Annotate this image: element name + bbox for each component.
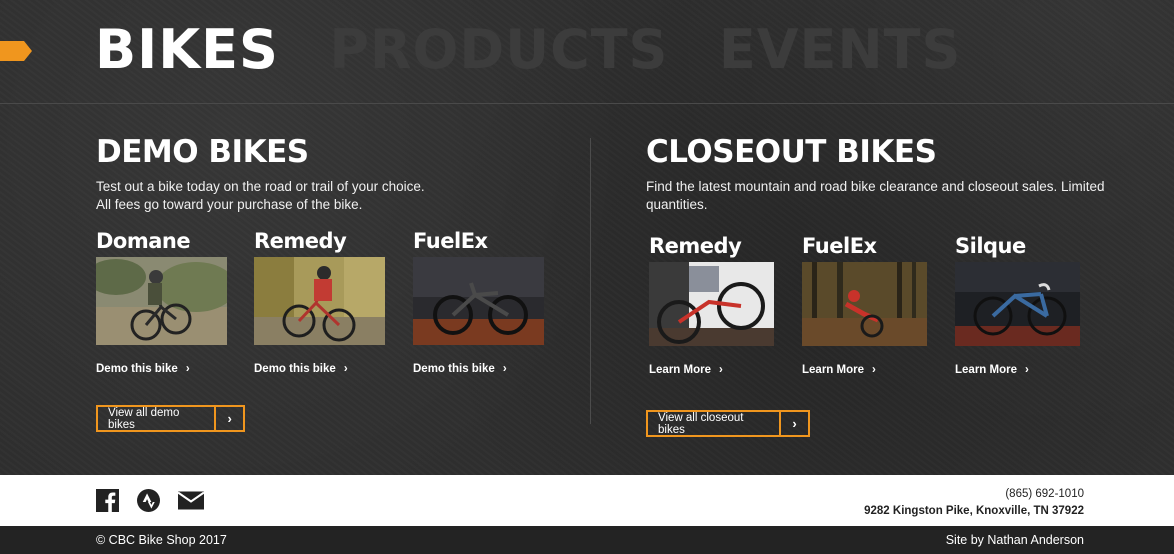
contact-info: (865) 692-1010 9282 Kingston Pike, Knoxv… [864,486,1084,519]
view-all-closeout-bikes-button[interactable]: View all closeout bikes › [646,410,810,437]
closeout-bike-link[interactable]: Learn More › [802,364,876,376]
email-icon[interactable] [177,489,205,512]
bike-photo[interactable] [649,262,774,346]
demo-bike-card: Remedy Demo this bike › [254,228,385,377]
chevron-right-icon: › [214,407,243,430]
chevron-right-icon: › [872,364,876,376]
demo-bikes-title: DEMO BIKES [96,134,309,170]
closeout-bikes-title: CLOSEOUT BIKES [646,134,937,170]
view-all-demo-bikes-button[interactable]: View all demo bikes › [96,405,245,432]
strava-icon[interactable] [137,489,160,512]
bike-photo[interactable] [955,262,1080,346]
tab-products[interactable]: PRODUCTS [329,18,668,82]
phone-number[interactable]: (865) 692-1010 [864,486,1084,503]
site-credit[interactable]: Site by Nathan Anderson [946,533,1084,547]
closeout-bike-card: Silque Learn More › [955,233,1080,378]
section-tabs: BIKES PRODUCTS EVENTS [95,18,1007,82]
bike-photo[interactable] [413,257,544,345]
demo-bike-link[interactable]: Demo this bike › [254,363,348,375]
bike-name: Domane [96,229,191,253]
chevron-right-icon: › [343,363,348,375]
closeout-bike-list: Remedy Learn More › FuelEx Learn More › … [649,233,1106,383]
bike-photo[interactable] [254,257,385,345]
closeout-bikes-description: Find the latest mountain and road bike c… [646,179,1105,212]
closeout-bike-link[interactable]: Learn More › [649,364,723,376]
demo-bike-card: Domane Demo this bike › [96,228,227,377]
tab-bikes[interactable]: BIKES [95,18,279,82]
column-divider [590,138,591,424]
chevron-right-icon: › [1025,364,1029,376]
hero-section: BIKES PRODUCTS EVENTS DEMO BIKES Test ou… [0,0,1174,475]
demo-bikes-section: DEMO BIKES Test out a bike today on the … [96,132,566,432]
demo-bike-link[interactable]: Demo this bike › [96,363,190,375]
chevron-right-icon: › [185,363,190,375]
footer-bottom-bar: © CBC Bike Shop 2017 Site by Nathan Ande… [0,526,1174,554]
bike-name: Silque [955,234,1026,258]
bike-photo[interactable] [96,257,227,345]
bike-name: Remedy [254,229,347,253]
social-links [96,489,205,512]
chevron-right-icon: › [719,364,723,376]
facebook-icon[interactable] [96,489,119,512]
bike-name: FuelEx [413,229,488,253]
active-nav-marker [0,41,32,61]
closeout-bike-link[interactable]: Learn More › [955,364,1029,376]
demo-bikes-description: Test out a bike today on the road or tra… [96,179,425,212]
closeout-bike-card: FuelEx Learn More › [802,233,927,378]
closeout-bike-card: Remedy Learn More › [649,233,774,378]
address: 9282 Kingston Pike, Knoxville, TN 37922 [864,504,1084,517]
closeout-bikes-section: CLOSEOUT BIKES Find the latest mountain … [646,132,1106,437]
bike-name: FuelEx [802,234,877,258]
copyright: © CBC Bike Shop 2017 [96,533,227,547]
demo-bike-list: Domane Demo this bike › Remedy Demo this… [96,228,566,378]
tab-events[interactable]: EVENTS [719,18,962,82]
chevron-right-icon: › [502,363,507,375]
demo-bike-card: FuelEx Demo this bike › [413,228,544,377]
bike-name: Remedy [649,234,742,258]
chevron-right-icon: › [779,412,808,435]
demo-bike-link[interactable]: Demo this bike › [413,363,507,375]
bike-photo[interactable] [802,262,927,346]
tab-divider [0,103,1174,104]
